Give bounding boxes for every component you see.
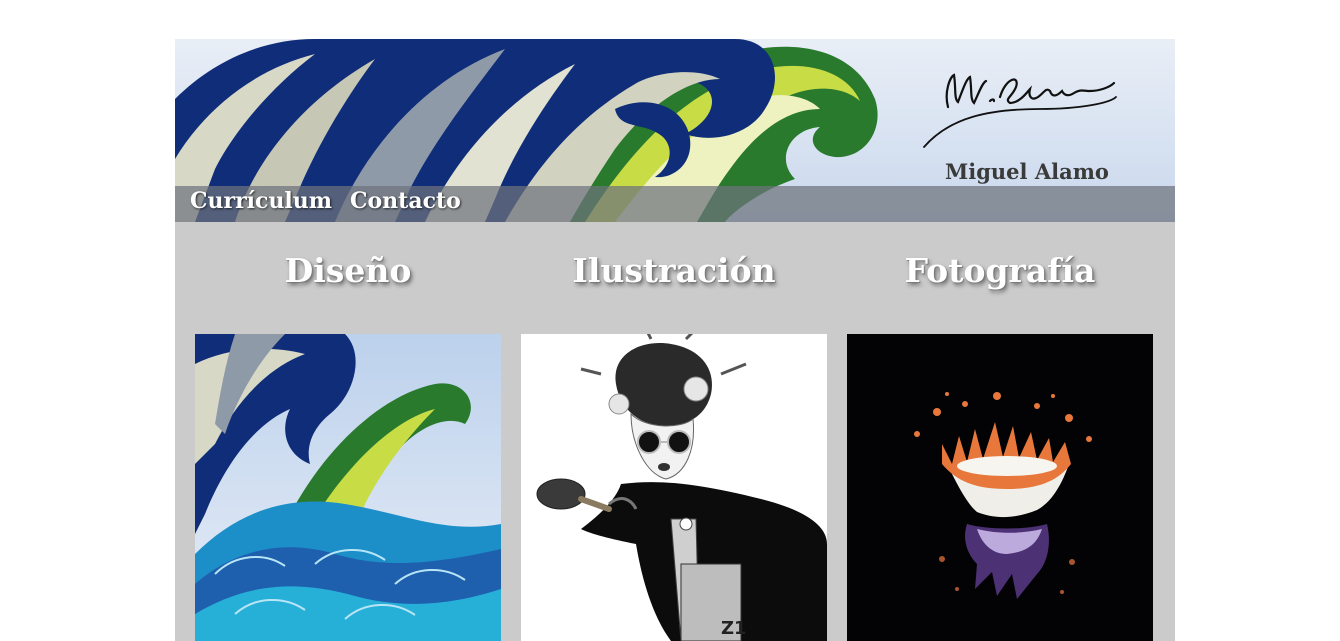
category-title-ilustracion[interactable]: Ilustración xyxy=(521,251,827,290)
navbar: Currículum Contacto xyxy=(175,186,1175,222)
header-banner: Miguel Alamo Currículum Contacto xyxy=(175,39,1175,222)
signature-logo xyxy=(923,73,1117,148)
category-title-diseno[interactable]: Diseño xyxy=(195,251,501,290)
thumb-ilustracion[interactable]: Z1 xyxy=(521,334,827,641)
category-title-fotografia[interactable]: Fotografía xyxy=(847,251,1153,290)
splash-photo-image xyxy=(847,334,1153,641)
thumb-diseno[interactable] xyxy=(195,334,501,641)
nav-contacto-link[interactable]: Contacto xyxy=(350,188,461,214)
geisha-illustration-image: Z1 xyxy=(521,334,827,641)
site-name: Miguel Alamo xyxy=(945,159,1109,184)
wave-illustration-image xyxy=(195,334,501,641)
nav-curriculum-link[interactable]: Currículum xyxy=(190,188,332,214)
thumb-fotografia[interactable] xyxy=(847,334,1153,641)
site-container: Miguel Alamo Currículum Contacto Diseño … xyxy=(175,39,1175,641)
svg-text:Z1: Z1 xyxy=(721,618,747,639)
